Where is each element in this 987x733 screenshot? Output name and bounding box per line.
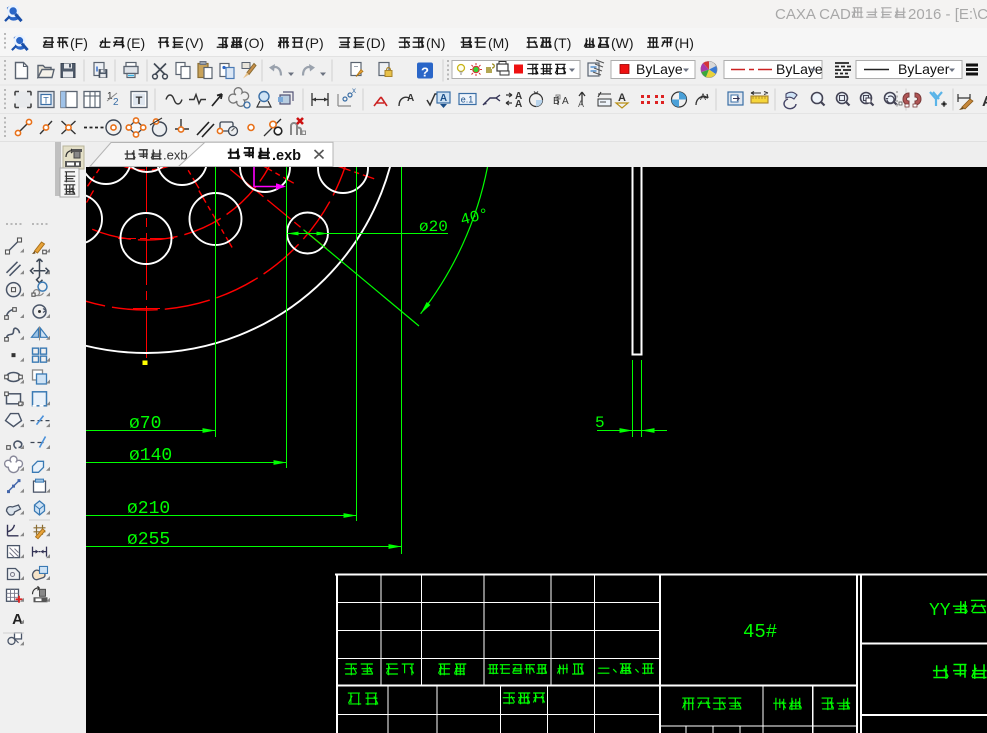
svg-text:ø210: ø210 [127, 499, 170, 519]
svg-text:(D): (D) [366, 35, 385, 51]
svg-text:A: A [578, 99, 584, 109]
svg-text:T: T [136, 95, 143, 107]
svg-text:A: A [440, 93, 447, 104]
svg-text:(M): (M) [488, 35, 509, 51]
svg-text:(T): (T) [554, 35, 572, 51]
svg-text:ByLaye: ByLaye [776, 61, 823, 77]
svg-text:(H): (H) [675, 35, 694, 51]
svg-text:2016 - [E:\CA: 2016 - [E:\CA [908, 6, 987, 23]
svg-text:ø70: ø70 [129, 414, 161, 434]
svg-text:2: 2 [113, 97, 119, 108]
svg-text:e.1: e.1 [461, 95, 474, 105]
svg-text:(E): (E) [127, 35, 146, 51]
svg-text:(N): (N) [426, 35, 445, 51]
svg-text:(P): (P) [305, 35, 324, 51]
svg-text:A: A [618, 92, 626, 104]
svg-text:(F): (F) [70, 35, 88, 51]
svg-text:A: A [982, 93, 987, 110]
svg-text:.exb: .exb [163, 148, 188, 163]
svg-text:?: ? [421, 65, 429, 80]
svg-text:.exb: .exb [272, 148, 301, 164]
svg-text:ø20: ø20 [419, 218, 448, 236]
svg-text:x: x [352, 86, 356, 95]
svg-text:CAXA CAD: CAXA CAD [775, 6, 851, 23]
svg-text:(O): (O) [244, 35, 264, 51]
svg-text:A: A [562, 96, 569, 107]
svg-text:T: T [43, 96, 49, 106]
svg-text:(W): (W) [611, 35, 634, 51]
svg-text:A: A [700, 92, 706, 102]
svg-text:A: A [407, 93, 414, 104]
svg-text:ByLayer: ByLayer [898, 61, 950, 77]
svg-text:ø255: ø255 [127, 530, 170, 550]
svg-text:5: 5 [595, 414, 605, 432]
svg-text:ByLaye: ByLaye [636, 61, 683, 77]
svg-text:YY: YY [929, 601, 951, 621]
svg-text:ø140: ø140 [129, 446, 172, 466]
svg-text:45#: 45# [743, 621, 777, 643]
svg-text:A: A [12, 611, 23, 628]
svg-text:A: A [515, 99, 522, 110]
svg-text:(V): (V) [185, 35, 204, 51]
svg-text:B: B [553, 96, 560, 107]
